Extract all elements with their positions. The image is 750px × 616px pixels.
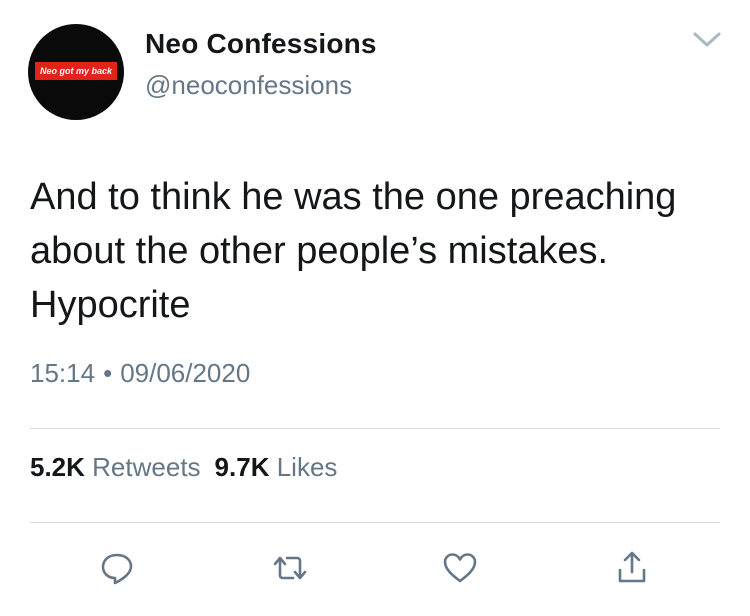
author-display-name[interactable]: Neo Confessions [145, 28, 377, 60]
tweet-text: And to think he was the one preaching ab… [30, 176, 677, 326]
retweet-button[interactable] [270, 548, 310, 588]
tweet-time: 15:14 [30, 358, 96, 388]
like-button[interactable] [440, 548, 480, 588]
reply-icon [101, 553, 133, 585]
meta-separator: • [103, 358, 113, 388]
reply-button[interactable] [97, 548, 137, 588]
avatar[interactable]: Neo got my back [28, 24, 124, 120]
author-handle[interactable]: @neoconfessions [145, 70, 352, 101]
likes-count: 9.7K [214, 452, 270, 482]
avatar-badge: Neo got my back [35, 62, 117, 80]
tweet-stats: 5.2K Retweets 9.7K Likes [30, 452, 337, 483]
divider [30, 428, 720, 429]
likes-stat[interactable]: 9.7K Likes [215, 452, 338, 482]
share-icon [618, 551, 646, 583]
tweet-timestamp[interactable]: 15:14 • 09/06/2020 [30, 358, 250, 389]
chevron-down-icon[interactable] [688, 26, 726, 54]
divider [30, 522, 720, 523]
heart-icon [443, 553, 477, 583]
share-button[interactable] [612, 548, 652, 588]
retweets-count: 5.2K [30, 452, 85, 482]
likes-label: Likes [276, 452, 338, 482]
retweets-label: Retweets [92, 452, 201, 482]
retweet-icon [273, 556, 307, 580]
retweets-stat[interactable]: 5.2K Retweets [30, 452, 201, 482]
tweet-date: 09/06/2020 [120, 358, 251, 388]
